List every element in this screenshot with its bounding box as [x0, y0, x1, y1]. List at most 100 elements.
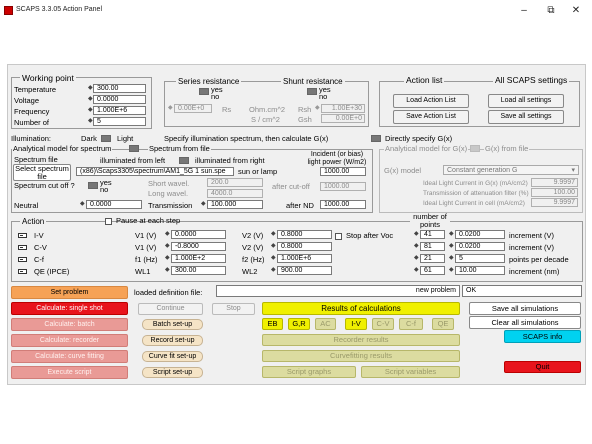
script-variables-button[interactable]: Script variables [361, 366, 460, 378]
result-tab-qe[interactable]: QE [432, 318, 454, 330]
recorder-results-button[interactable]: Recorder results [262, 334, 460, 346]
result-tab-iv[interactable]: I-V [345, 318, 367, 330]
pause-each-step-checkbox[interactable] [105, 218, 112, 225]
close-icon[interactable]: ✕ [566, 3, 586, 19]
after-nd-input[interactable]: 1000.00 [320, 200, 366, 209]
spinner-icon[interactable]: ◆ [165, 266, 170, 275]
spinner-icon[interactable]: ◆ [414, 242, 419, 251]
script-graphs-button[interactable]: Script graphs [262, 366, 356, 378]
number-of-input[interactable]: 5 [93, 117, 146, 126]
iv-v2-input[interactable]: 0.8000 [277, 230, 332, 239]
rsh-input[interactable]: 1.00E+30 [321, 104, 365, 113]
qe-wl2-input[interactable]: 900.00 [277, 266, 332, 275]
series-resistance-input[interactable]: 0.00E+0 [174, 104, 212, 113]
neutral-input[interactable]: 0.0000 [86, 200, 142, 209]
minimize-icon[interactable]: – [514, 3, 534, 19]
load-all-settings-button[interactable]: Load all settings [488, 94, 564, 108]
cf-increment-input[interactable]: 5 [455, 254, 505, 263]
result-tab-ac[interactable]: AC [315, 318, 336, 330]
spinner-icon[interactable]: ◆ [271, 254, 276, 263]
spinner-icon[interactable]: ◆ [168, 104, 173, 113]
spinner-icon[interactable]: ◆ [449, 230, 454, 239]
clear-all-simulations-button[interactable]: Clear all simulations [469, 316, 581, 329]
batch-setup-button[interactable]: Batch set-up [142, 319, 203, 330]
cf-f2-input[interactable]: 1.000E+6 [277, 254, 332, 263]
spinner-icon[interactable]: ◆ [88, 84, 93, 93]
cv-enable-icon[interactable] [18, 245, 27, 250]
maximize-icon[interactable]: ⧉ [541, 3, 561, 19]
spinner-icon[interactable]: ◆ [271, 266, 276, 275]
cv-v1-input[interactable]: -0.8000 [171, 242, 226, 251]
calculate-curve-fitting-button[interactable]: Calculate: curve fitting [11, 350, 128, 363]
script-setup-button[interactable]: Script set-up [142, 367, 203, 378]
stop-after-voc-checkbox[interactable] [335, 233, 342, 240]
gsh-input[interactable]: 0.00E+0 [321, 114, 365, 123]
voltage-input[interactable]: 0.0000 [93, 95, 146, 104]
continue-button[interactable]: Continue [138, 303, 203, 315]
cf-f1-input[interactable]: 1.000E+2 [171, 254, 226, 263]
result-tab-cf[interactable]: C-f [399, 318, 423, 330]
calculate-batch-button[interactable]: Calculate: batch [11, 318, 128, 331]
gx-source-toggle[interactable] [470, 145, 480, 152]
spinner-icon[interactable]: ◆ [271, 242, 276, 251]
qe-increment-input[interactable]: 10.00 [455, 266, 505, 275]
spinner-icon[interactable]: ◆ [165, 230, 170, 239]
execute-script-button[interactable]: Execute script [11, 366, 128, 379]
qe-enable-icon[interactable] [18, 269, 27, 274]
cv-v2-input[interactable]: 0.8000 [277, 242, 332, 251]
spinner-icon[interactable]: ◆ [88, 95, 93, 104]
cf-points-input[interactable]: 21 [420, 254, 445, 263]
calculate-single-shot-button[interactable]: Calculate: single shot [11, 302, 128, 315]
spinner-icon[interactable]: ◆ [165, 242, 170, 251]
frequency-input[interactable]: 1.000E+6 [93, 106, 146, 115]
spinner-icon[interactable]: ◆ [449, 242, 454, 251]
save-all-settings-button[interactable]: Save all settings [488, 110, 564, 124]
dark-light-toggle[interactable] [101, 135, 111, 142]
spectrum-source-toggle[interactable] [129, 145, 139, 152]
spinner-icon[interactable]: ◆ [88, 117, 93, 126]
iv-points-input[interactable]: 41 [420, 230, 445, 239]
calculate-recorder-button[interactable]: Calculate: recorder [11, 334, 128, 347]
gx-ideal-current-input[interactable]: 9.9997 [531, 178, 578, 187]
spinner-icon[interactable]: ◆ [201, 200, 206, 209]
spectrum-file-path[interactable]: (x86)\Scaps3305\spectrum\AM1_5G 1 sun.sp… [76, 167, 234, 176]
qe-points-input[interactable]: 61 [420, 266, 445, 275]
cv-increment-input[interactable]: 0.0200 [455, 242, 505, 251]
spinner-icon[interactable]: ◆ [165, 254, 170, 263]
spinner-icon[interactable]: ◆ [315, 104, 320, 113]
stop-button[interactable]: Stop [212, 303, 255, 315]
result-tab-gr[interactable]: G,R [288, 318, 310, 330]
iv-v1-input[interactable]: 0.0000 [171, 230, 226, 239]
after-cutoff-input[interactable]: 1000.00 [320, 182, 366, 191]
iv-enable-icon[interactable] [18, 233, 27, 238]
curve-fit-setup-button[interactable]: Curve fit set-up [142, 351, 203, 362]
quit-button[interactable]: Quit [504, 361, 581, 373]
spinner-icon[interactable]: ◆ [449, 254, 454, 263]
select-spectrum-file-button[interactable]: Select spectrum file [13, 164, 71, 181]
cv-points-input[interactable]: 81 [420, 242, 445, 251]
gx-model-select[interactable]: Constant generation G ▾ [443, 165, 579, 175]
temperature-input[interactable]: 300.00 [93, 84, 146, 93]
save-all-simulations-button[interactable]: Save all simulations [469, 302, 581, 315]
result-tab-eb[interactable]: EB [262, 318, 283, 330]
gx-mode-toggle[interactable] [371, 135, 381, 142]
load-action-list-button[interactable]: Load Action List [393, 94, 469, 108]
gx-transmission-input[interactable]: 100.00 [531, 188, 578, 197]
curvefitting-results-button[interactable]: Curvefitting results [262, 350, 460, 362]
series-resistance-toggle[interactable] [199, 88, 209, 95]
cf-enable-icon[interactable] [18, 257, 27, 262]
illumination-side-toggle[interactable] [179, 157, 189, 164]
iv-increment-input[interactable]: 0.0200 [455, 230, 505, 239]
spinner-icon[interactable]: ◆ [414, 266, 419, 275]
spectrum-cutoff-toggle[interactable] [88, 182, 98, 189]
transmission-input[interactable]: 100.000 [207, 200, 263, 209]
cell-ideal-current-input[interactable]: 9.9997 [531, 198, 578, 207]
short-wavel-input[interactable]: 200.0 [207, 178, 263, 187]
save-action-list-button[interactable]: Save Action List [393, 110, 469, 124]
spinner-icon[interactable]: ◆ [88, 106, 93, 115]
qe-wl1-input[interactable]: 300.00 [171, 266, 226, 275]
spinner-icon[interactable]: ◆ [271, 230, 276, 239]
result-tab-cv[interactable]: C-V [372, 318, 394, 330]
spinner-icon[interactable]: ◆ [414, 254, 419, 263]
set-problem-button[interactable]: Set problem [11, 286, 128, 299]
